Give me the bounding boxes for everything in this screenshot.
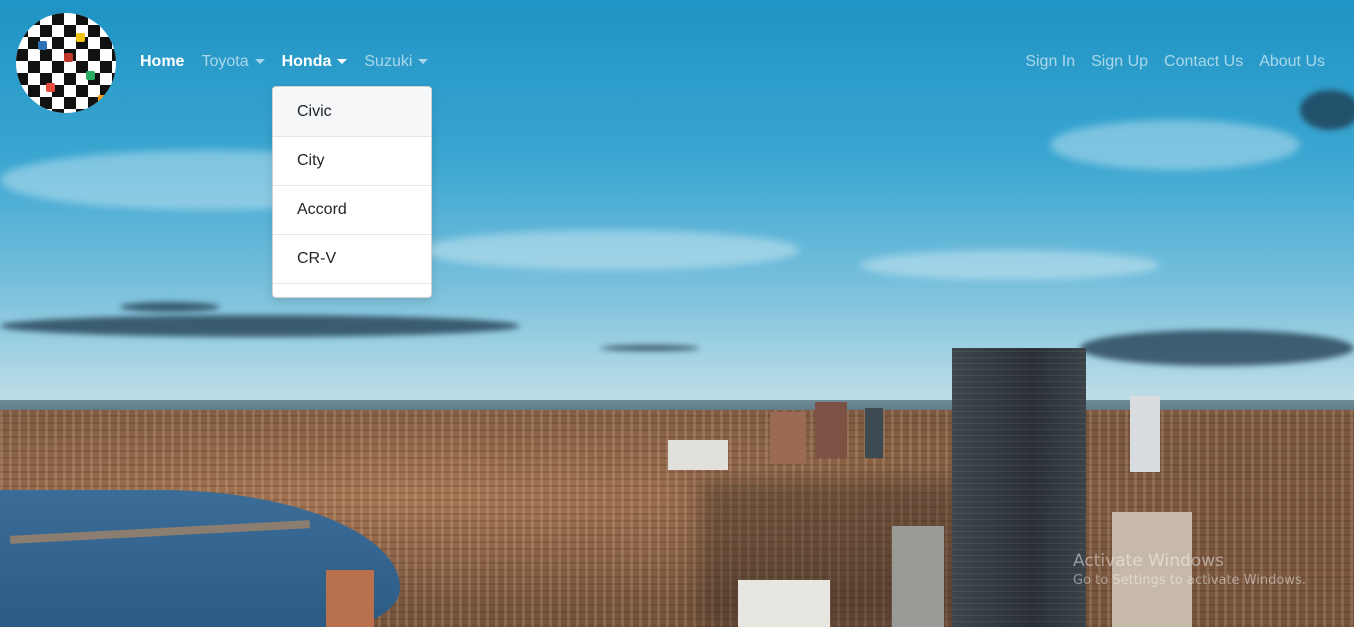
cloud [0,315,520,337]
watermark-subtitle: Go to Settings to activate Windows. [1073,573,1306,588]
nav-suzuki-label: Suzuki [364,53,413,70]
logo-badge-icon [86,71,95,80]
building [865,408,883,458]
nav-about-us[interactable]: About Us [1259,53,1325,71]
building [738,580,830,627]
honda-dropdown-menu: Civic City Accord CR-V [272,86,432,298]
building [892,526,944,627]
nav-toyota-dropdown[interactable]: Toyota [201,53,265,71]
cloud [1080,330,1354,366]
windows-activation-watermark: Activate Windows Go to Settings to activ… [1073,551,1306,588]
nav-sign-in-label: Sign In [1025,53,1076,70]
logo-badge-icon [76,33,85,42]
cloud [1050,120,1300,170]
logo-badge-icon [64,53,73,62]
navbar: Home Toyota Honda Suzuki Sign In Sign Up… [0,0,1354,126]
building [815,402,847,458]
nav-suzuki-dropdown[interactable]: Suzuki [364,53,429,71]
cloud [860,250,1160,280]
cloud [120,302,220,312]
cloud [420,230,800,270]
nav-sign-up-label: Sign Up [1091,53,1149,70]
nav-left: Home Toyota Honda Suzuki [140,53,445,71]
brand-logo[interactable] [16,13,116,113]
nav-about-us-label: About Us [1259,53,1325,70]
building [770,412,806,464]
building [326,570,374,627]
dropdown-item-civic[interactable]: Civic [273,88,431,137]
nav-sign-up[interactable]: Sign Up [1091,53,1148,71]
dropdown-item-accord[interactable]: Accord [273,186,431,235]
logo-badge-icon [46,83,55,92]
dropdown-item-city[interactable]: City [273,137,431,186]
nav-right: Sign In Sign Up Contact Us About Us [1009,53,1325,71]
nav-toyota-label: Toyota [201,53,249,70]
logo-badge-icon [98,95,107,104]
nav-home[interactable]: Home [140,53,184,71]
logo-badge-icon [38,41,47,50]
nav-honda-dropdown[interactable]: Honda [282,53,348,71]
caret-down-icon [418,58,429,64]
nav-contact-us-label: Contact Us [1164,53,1244,70]
dropdown-item-cr-v[interactable]: CR-V [273,235,431,284]
nav-contact-us[interactable]: Contact Us [1164,53,1243,71]
watermark-title: Activate Windows [1073,551,1224,571]
caret-down-icon [337,58,348,64]
skyscraper [952,348,1086,627]
caret-down-icon [254,58,265,64]
building [1130,396,1160,472]
nav-sign-in[interactable]: Sign In [1025,53,1075,71]
nav-home-label: Home [140,53,185,70]
cloud [600,345,700,351]
nav-honda-label: Honda [281,53,332,70]
building [668,440,728,470]
